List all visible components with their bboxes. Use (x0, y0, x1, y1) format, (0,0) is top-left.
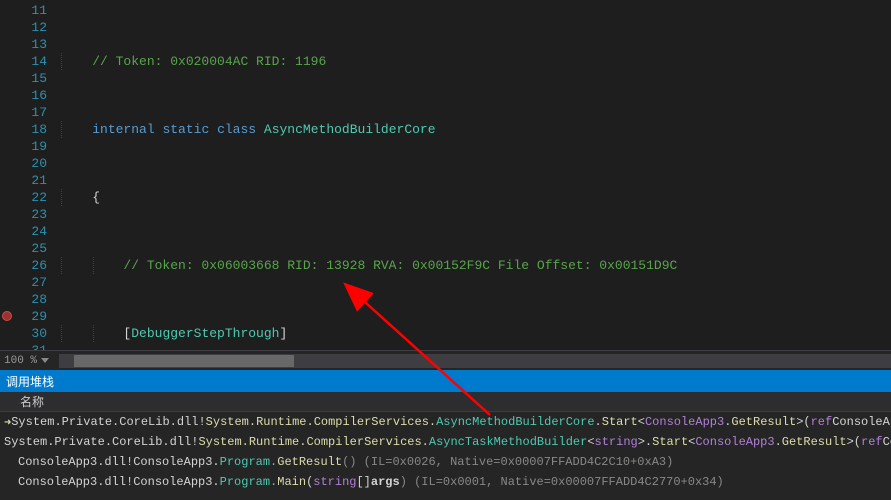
kw: class (217, 122, 256, 137)
paren: >( (796, 415, 810, 429)
dot: . (595, 415, 602, 429)
stack-frame[interactable]: System.Private.CoreLib.dll!System.Runtim… (0, 432, 891, 452)
frame-param: args (371, 475, 400, 489)
frame-type: Program. (220, 475, 278, 489)
comment: // Token: 0x06003668 RID: 13928 RVA: 0x0… (123, 258, 677, 273)
frame-generic: string (595, 435, 638, 449)
line-number[interactable]: 27 (0, 274, 47, 291)
kw: internal (92, 122, 154, 137)
code-editor: 1112131415161718192021222324252627282930… (0, 0, 891, 350)
line-number[interactable]: 20 (0, 155, 47, 172)
horizontal-scrollbar[interactable] (59, 354, 891, 368)
line-number[interactable]: 16 (0, 87, 47, 104)
frame-method: Main (277, 475, 306, 489)
frame-module: System.Private.CoreLib.dll! (11, 415, 205, 429)
frame-module: ConsoleApp3.dll! (18, 455, 133, 469)
type: AsyncMethodBuilderCore (264, 122, 436, 137)
frame-method: Start (652, 435, 688, 449)
kw: string (313, 475, 356, 489)
line-number[interactable]: 30 (0, 325, 47, 342)
frame-ns: System.Runtime.CompilerServices. (198, 435, 428, 449)
frame-type: Program. (220, 455, 278, 469)
comment: // Token: 0x020004AC RID: 1196 (92, 54, 326, 69)
line-number[interactable]: 18 (0, 121, 47, 138)
stack-frame[interactable]: ConsoleApp3.dll!ConsoleApp3.Program.GetR… (0, 452, 891, 472)
panel-title: 调用堆栈 (6, 373, 54, 390)
frame-method: Start (602, 415, 638, 429)
line-number[interactable]: 22 (0, 189, 47, 206)
lt: < (587, 435, 594, 449)
line-number[interactable]: 19 (0, 138, 47, 155)
frame-ns: ConsoleApp3. (133, 455, 219, 469)
frame-generic: ConsoleApp3 (645, 415, 724, 429)
callstack-panel-header[interactable]: 调用堆栈 (0, 370, 891, 392)
text: [] (356, 475, 370, 489)
frame-module: ConsoleApp3.dll! (18, 475, 133, 489)
chevron-down-icon[interactable] (41, 358, 49, 363)
gt: >. (638, 435, 652, 449)
frame-generic: GetResult (782, 435, 847, 449)
line-number[interactable]: 21 (0, 172, 47, 189)
dot: . (775, 435, 782, 449)
paren: ( (306, 475, 313, 489)
line-number[interactable]: 15 (0, 70, 47, 87)
text: ConsoleApp3. (832, 415, 891, 429)
brace: { (92, 190, 100, 205)
line-number[interactable]: 12 (0, 19, 47, 36)
stack-frame[interactable]: ConsoleApp3.dll!ConsoleApp3.Program.Main… (0, 472, 891, 492)
column-name: 名称 (20, 393, 44, 410)
frame-offset: () (IL=0x0026, Native=0x00007FFADD4C2C10… (342, 455, 673, 469)
paren: >( (847, 435, 861, 449)
kw: static (162, 122, 209, 137)
frame-offset: ) (IL=0x0001, Native=0x00007FFADD4C2770+… (400, 475, 724, 489)
line-number[interactable]: 13 (0, 36, 47, 53)
frame-type: AsyncMethodBuilderCore (436, 415, 594, 429)
line-number[interactable]: 26 (0, 257, 47, 274)
lt: < (638, 415, 645, 429)
line-number[interactable]: 17 (0, 104, 47, 121)
zoom-bar: 100 % (0, 350, 891, 370)
line-gutter: 1112131415161718192021222324252627282930… (0, 0, 55, 350)
bracket: ] (279, 326, 287, 341)
line-number[interactable]: 11 (0, 2, 47, 19)
text: ConsoleApp3. (883, 435, 891, 449)
frame-module: System.Private.CoreLib.dll! (4, 435, 198, 449)
line-number[interactable]: 31 (0, 342, 47, 350)
frame-ns: ConsoleApp3. (133, 475, 219, 489)
breakpoint-icon[interactable] (2, 311, 12, 321)
current-frame-arrow-icon: ➜ (4, 415, 11, 430)
lt: < (688, 435, 695, 449)
frame-generic: GetResult (731, 415, 796, 429)
line-number[interactable]: 23 (0, 206, 47, 223)
column-header[interactable]: 名称 (0, 392, 891, 412)
callstack-list: ➜ System.Private.CoreLib.dll!System.Runt… (0, 412, 891, 500)
frame-type: AsyncTaskMethodBuilder (429, 435, 587, 449)
line-number[interactable]: 24 (0, 223, 47, 240)
attr: DebuggerStepThrough (131, 326, 279, 341)
code-body[interactable]: // Token: 0x020004AC RID: 1196 internal … (55, 0, 891, 350)
line-number[interactable]: 25 (0, 240, 47, 257)
frame-ns: System.Runtime.CompilerServices. (206, 415, 436, 429)
frame-generic: ConsoleApp3 (695, 435, 774, 449)
scrollbar-thumb[interactable] (74, 355, 294, 367)
line-number[interactable]: 28 (0, 291, 47, 308)
dot: . (724, 415, 731, 429)
stack-frame[interactable]: ➜ System.Private.CoreLib.dll!System.Runt… (0, 412, 891, 432)
line-number[interactable]: 14 (0, 53, 47, 70)
kw: ref (811, 415, 833, 429)
kw: ref (861, 435, 883, 449)
zoom-dropdown[interactable]: 100 % (0, 355, 37, 367)
frame-method: GetResult (277, 455, 342, 469)
